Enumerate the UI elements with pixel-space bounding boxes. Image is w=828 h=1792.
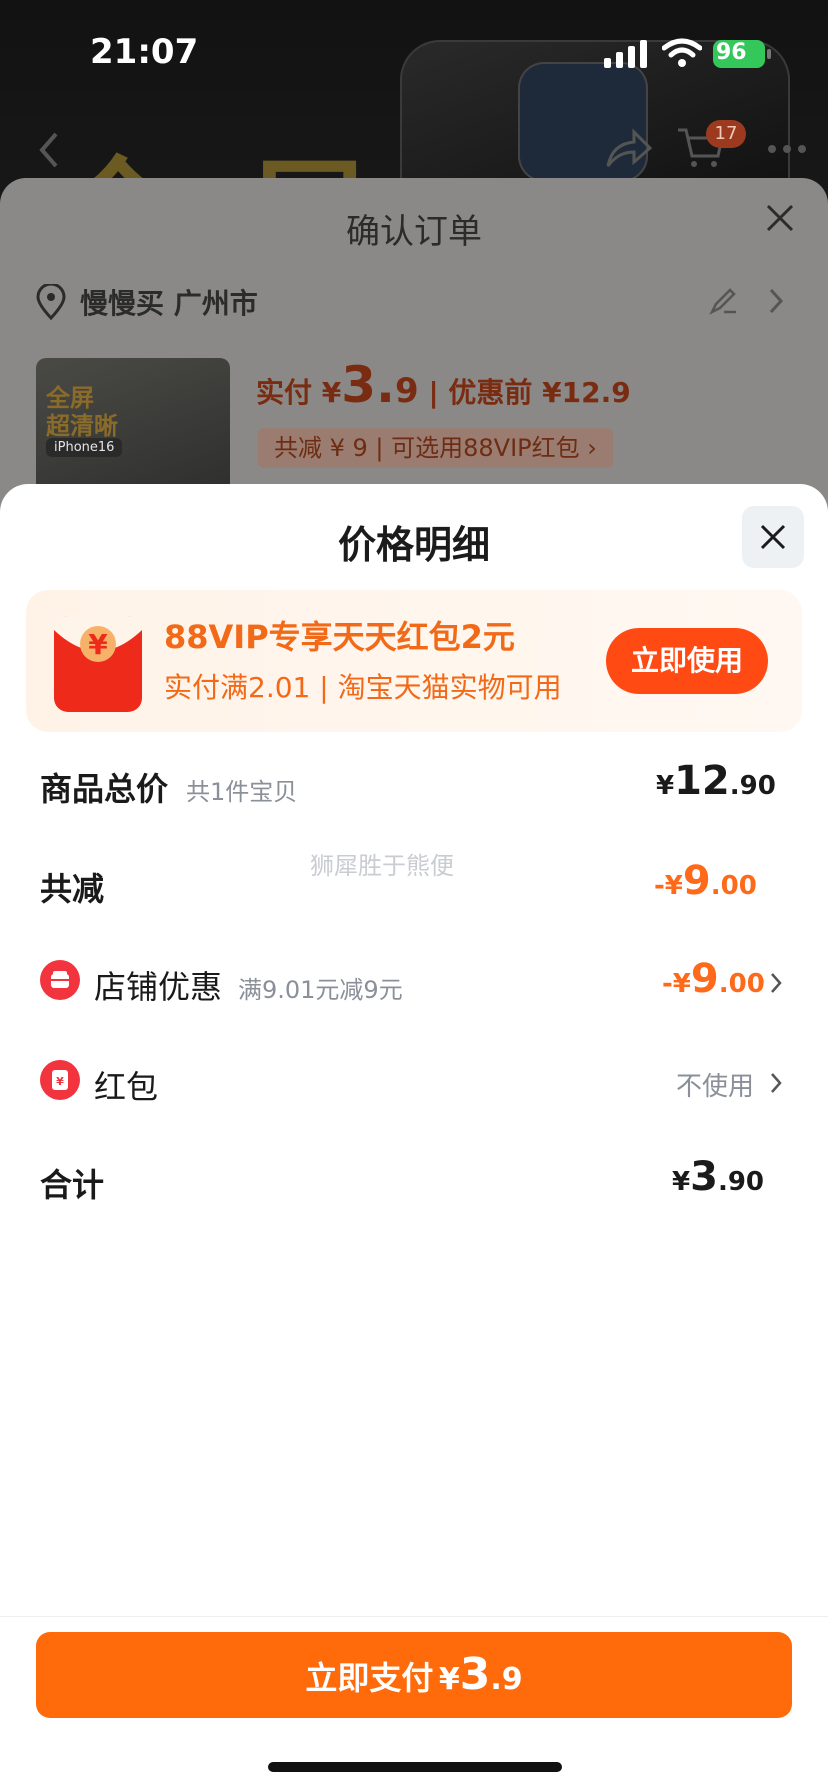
use-now-button[interactable]: 立即使用 <box>606 628 768 694</box>
sum-label: 合计 <box>40 1166 105 1204</box>
thumbnail-tag: iPhone16 <box>46 438 123 457</box>
share-icon[interactable] <box>604 126 654 170</box>
price-dec: .00 <box>718 969 765 999</box>
price-dec: .90 <box>729 771 776 801</box>
red-packet-label[interactable]: 红包 <box>94 1062 158 1108</box>
price-int: 12 <box>674 758 730 804</box>
before-discount-price: | 优惠前 ¥12.9 <box>418 376 631 409</box>
back-icon[interactable] <box>34 130 64 170</box>
currency-symbol: ¥ <box>656 771 675 801</box>
total-price-label: 商品总价 <box>40 770 169 808</box>
currency-symbol: ¥ <box>672 1167 691 1197</box>
red-packet-selection[interactable]: 不使用 <box>676 1066 754 1103</box>
watermark-text: 狮犀胜于熊便 <box>310 852 454 880</box>
signal-icon <box>604 40 647 68</box>
shop-discount-label[interactable]: 店铺优惠 <box>94 962 222 1008</box>
close-icon[interactable] <box>760 198 800 238</box>
shop-glyph-icon <box>51 971 69 988</box>
red-envelope-icon: ¥ <box>54 616 142 712</box>
price-int: 9 <box>690 956 719 1002</box>
currency-symbol: ¥ <box>438 1662 460 1697</box>
confirm-order-title: 确认订单 <box>346 212 482 252</box>
shop-discount-value[interactable]: -¥9.00 <box>662 956 765 1002</box>
promo-title: 88VIP专享天天红包2元 <box>164 618 515 656</box>
paid-price-line: 实付 ¥3.9 | 优惠前 ¥12.9 <box>256 356 631 414</box>
currency-symbol: -¥ <box>662 969 691 999</box>
paid-prefix: 实付 ¥ <box>256 376 342 409</box>
red-packet-icon: ¥ <box>40 1060 80 1100</box>
price-dec: .00 <box>710 871 757 901</box>
promo-subtitle: 实付满2.01 | 淘宝天猫实物可用 <box>164 671 562 704</box>
edit-icon[interactable] <box>708 286 738 316</box>
wifi-icon <box>662 38 702 67</box>
shop-icon <box>40 960 80 1000</box>
total-discount-value: -¥9.00 <box>654 858 757 904</box>
home-indicator <box>268 1762 562 1772</box>
price-dec: .90 <box>717 1167 764 1197</box>
saved-amount-chip[interactable]: 共减 ¥ 9 | 可选用88VIP红包 › <box>258 428 613 468</box>
pay-price-dec: .9 <box>490 1662 523 1697</box>
currency-symbol: -¥ <box>654 871 683 901</box>
battery-percentage: 96 <box>716 40 747 65</box>
location-icon <box>36 284 66 320</box>
shop-discount-rule: 满9.01元减9元 <box>238 976 403 1004</box>
price-int: 3 <box>690 1154 718 1200</box>
chevron-right-icon[interactable] <box>766 286 786 316</box>
price-detail-title: 价格明细 <box>337 523 490 567</box>
chevron-right-icon[interactable] <box>768 1070 784 1096</box>
close-button[interactable] <box>742 506 804 568</box>
pay-price-int: 3 <box>459 1649 491 1700</box>
total-price-value: ¥12.90 <box>656 758 776 804</box>
total-discount-label: 共减 <box>40 870 105 908</box>
paid-price-int: 3. <box>341 356 396 414</box>
pay-now-button[interactable]: 立即支付 ¥3.9 <box>36 1632 792 1718</box>
more-icon[interactable] <box>762 134 812 164</box>
item-count: 共1件宝贝 <box>186 778 298 806</box>
pay-button-label: 立即支付 <box>305 1659 434 1697</box>
shipping-address[interactable]: 慢慢买 广州市 <box>80 282 258 322</box>
svg-text:¥: ¥ <box>88 628 108 661</box>
price-int: 9 <box>682 858 711 904</box>
thumbnail-text: 全屏 超清晰 <box>46 384 118 440</box>
close-icon <box>760 524 786 550</box>
red-envelope-icon: ¥ <box>52 1070 68 1090</box>
svg-text:¥: ¥ <box>56 1075 64 1088</box>
paid-price-dec: 9 <box>395 371 419 411</box>
chevron-right-icon[interactable] <box>768 970 784 996</box>
status-time: 21:07 <box>90 32 199 72</box>
sum-value: ¥3.90 <box>672 1154 764 1200</box>
cart-count-badge: 17 <box>706 120 746 148</box>
bottom-divider <box>0 1616 828 1617</box>
